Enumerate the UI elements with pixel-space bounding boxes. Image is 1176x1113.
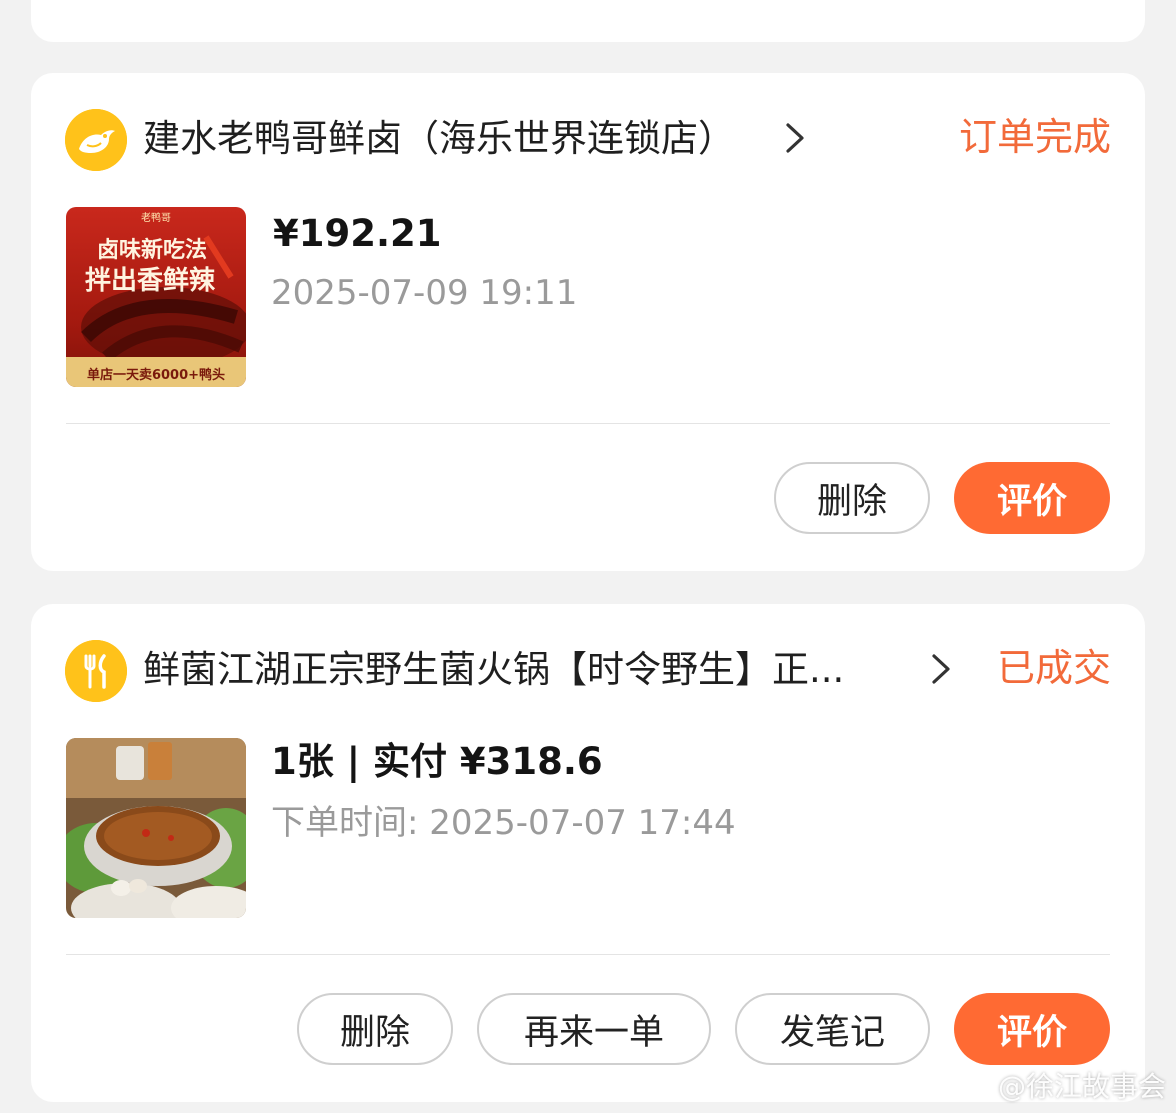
order-time: 2025-07-09 19:11	[271, 273, 578, 313]
thumb-line2: 拌出香鲜辣	[85, 265, 216, 296]
review-button[interactable]: 评价	[954, 462, 1110, 534]
shop-name[interactable]: 建水老鸭哥鲜卤（海乐世界连锁店）	[143, 113, 735, 165]
chevron-right-icon[interactable]	[783, 119, 807, 163]
order-status: 已成交	[996, 646, 1111, 690]
previous-order-card	[31, 0, 1145, 42]
order-card[interactable]: 鲜菌江湖正宗野生菌火锅【时令野生】正... 已成交 1张 | 实付 ¥318.6…	[31, 604, 1145, 1102]
delete-button[interactable]: 删除	[297, 993, 453, 1065]
order-price: ¥192.21	[273, 212, 442, 255]
duck-logo-icon	[65, 109, 127, 171]
shop-name[interactable]: 鲜菌江湖正宗野生菌火锅【时令野生】正...	[143, 644, 844, 696]
fork-knife-icon	[65, 640, 127, 702]
watermark: @徐江故事会	[997, 1070, 1166, 1103]
divider	[66, 954, 1110, 955]
thumb-line1: 卤味新吃法	[97, 237, 207, 263]
product-image[interactable]: 老鸭哥 卤味新吃法 拌出香鲜辣 单店一天卖6000+鸭头	[66, 207, 246, 387]
divider	[66, 423, 1110, 424]
review-button[interactable]: 评价	[954, 993, 1110, 1065]
order-list: 建水老鸭哥鲜卤（海乐世界连锁店） 订单完成 老鸭哥 卤味新吃法 拌出香鲜辣 单店…	[0, 0, 1176, 1113]
shop-header[interactable]: 鲜菌江湖正宗野生菌火锅【时令野生】正... 已成交	[65, 638, 1111, 702]
order-status: 订单完成	[958, 115, 1111, 159]
order-card[interactable]: 建水老鸭哥鲜卤（海乐世界连锁店） 订单完成 老鸭哥 卤味新吃法 拌出香鲜辣 单店…	[31, 73, 1145, 571]
thumb-footer: 单店一天卖6000+鸭头	[87, 367, 225, 383]
reorder-button[interactable]: 再来一单	[477, 993, 711, 1065]
thumb-brand: 老鸭哥	[141, 211, 171, 224]
shop-header[interactable]: 建水老鸭哥鲜卤（海乐世界连锁店） 订单完成	[65, 107, 1111, 171]
product-image[interactable]	[66, 738, 246, 918]
chevron-right-icon[interactable]	[929, 650, 953, 694]
delete-button[interactable]: 删除	[774, 462, 930, 534]
order-price: 1张 | 实付 ¥318.6	[271, 740, 603, 783]
order-time: 下单时间: 2025-07-07 17:44	[271, 803, 736, 843]
post-note-button[interactable]: 发笔记	[735, 993, 930, 1065]
